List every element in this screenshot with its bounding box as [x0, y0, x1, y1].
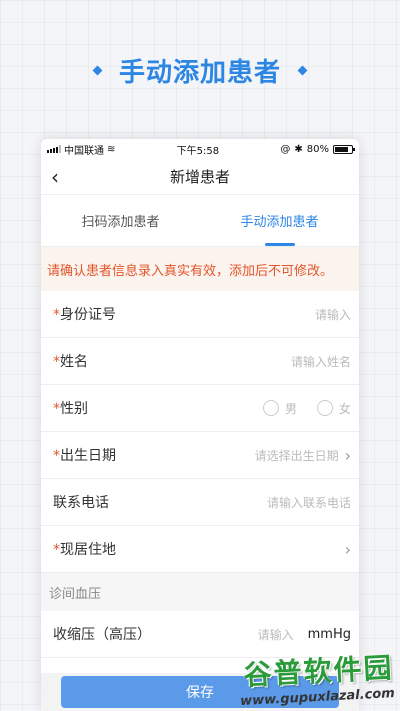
battery-percent: 80%: [306, 143, 329, 155]
systolic-label: 收缩压（高压）: [53, 627, 151, 643]
location-icon: @: [280, 143, 291, 155]
headline-text: 手动添加患者: [118, 58, 281, 88]
nav-bar: ‹ 新增患者: [41, 159, 359, 195]
promo-headline: 手动添加患者: [0, 52, 400, 89]
section-header-bp: 诊间血压: [41, 573, 359, 611]
address-label: 现居住地: [60, 542, 116, 558]
wifi-icon: ≋: [107, 143, 116, 155]
female-label: 女: [338, 401, 351, 416]
required-mark: *: [53, 307, 60, 323]
battery-icon: [332, 144, 355, 154]
phone-field[interactable]: 联系电话 请输入联系电话: [41, 479, 359, 526]
gender-label: 性别: [60, 401, 88, 417]
male-label: 男: [284, 401, 297, 416]
systolic-unit: mmHg: [307, 626, 351, 642]
status-bar: 中国联通 ≋ 下午5:58 @ ✱ 80%: [41, 139, 359, 159]
required-mark: *: [53, 401, 60, 417]
carrier: 中国联通: [64, 145, 104, 157]
address-field[interactable]: *现居住地 ›: [41, 526, 359, 573]
diamond-icon: [297, 65, 308, 76]
birthdate-picker[interactable]: 请选择出生日期: [255, 447, 339, 464]
chevron-right-icon[interactable]: ›: [345, 540, 351, 559]
tab-scan-add[interactable]: 扫码添加患者: [41, 195, 200, 246]
phone-input[interactable]: 请输入联系电话: [267, 494, 351, 511]
gender-male-radio[interactable]: 男: [262, 400, 297, 417]
required-mark: *: [53, 542, 60, 558]
birthdate-label: 出生日期: [60, 448, 116, 464]
warning-notice: 请确认患者信息录入真实有效，添加后不可修改。: [41, 247, 359, 291]
id-card-label: 身份证号: [60, 307, 116, 323]
page-title: 新增患者: [169, 168, 230, 186]
gender-field: *性别 男 女: [41, 385, 359, 432]
systolic-input[interactable]: 请输入: [258, 626, 294, 643]
site-watermark: 谷普软件园 www.gupuxlazal.com: [203, 646, 396, 711]
radio-circle-icon: [262, 400, 279, 416]
bluetooth-icon: ✱: [294, 143, 303, 155]
id-card-input[interactable]: 请输入: [315, 306, 351, 323]
signal-icon: [47, 145, 61, 153]
gender-female-radio[interactable]: 女: [316, 400, 351, 417]
required-mark: *: [53, 354, 60, 370]
tab-manual-add[interactable]: 手动添加患者: [200, 195, 359, 246]
back-icon[interactable]: ‹: [51, 165, 59, 189]
radio-circle-icon: [316, 400, 333, 416]
birthdate-field[interactable]: *出生日期 请选择出生日期 ›: [41, 432, 359, 479]
name-label: 姓名: [60, 354, 88, 370]
required-mark: *: [53, 448, 60, 464]
phone-screen: 中国联通 ≋ 下午5:58 @ ✱ 80% ‹ 新增患者 扫码添加患者 手动添加…: [41, 139, 359, 711]
chevron-right-icon: ›: [344, 445, 351, 465]
name-field[interactable]: *姓名 请输入姓名: [41, 338, 359, 385]
diamond-icon: [92, 65, 103, 76]
tab-bar: 扫码添加患者 手动添加患者: [41, 195, 359, 247]
phone-label: 联系电话: [53, 495, 109, 511]
id-card-field[interactable]: *身份证号 请输入: [41, 291, 359, 338]
name-input[interactable]: 请输入姓名: [291, 353, 351, 370]
status-time: 下午5:58: [176, 145, 220, 157]
